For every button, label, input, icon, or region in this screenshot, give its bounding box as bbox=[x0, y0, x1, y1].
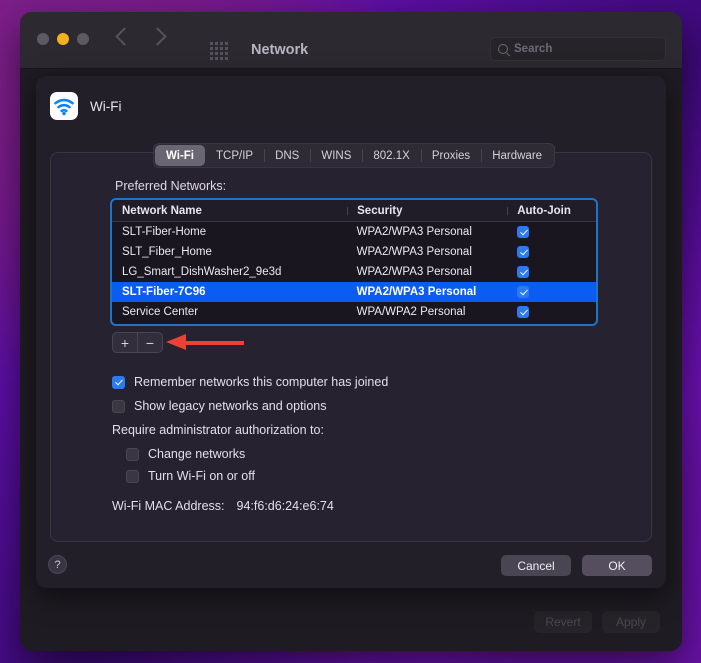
annotation-arrow-icon bbox=[166, 334, 244, 350]
cell-security: WPA2/WPA3 Personal bbox=[356, 286, 477, 298]
cell-security: WPA2/WPA3 Personal bbox=[356, 246, 472, 258]
forward-icon[interactable] bbox=[148, 27, 167, 46]
show-legacy-option[interactable]: Show legacy networks and options bbox=[112, 399, 326, 413]
auto-join-checkbox[interactable] bbox=[517, 246, 530, 258]
table-row[interactable]: Service Center WPA/WPA2 Personal bbox=[112, 302, 596, 322]
remove-network-button[interactable]: − bbox=[137, 333, 162, 352]
cell-auto-join bbox=[506, 246, 596, 258]
cell-network-name: Service Center bbox=[122, 306, 199, 318]
close-button[interactable] bbox=[37, 33, 49, 45]
cell-security: WPA2/WPA3 Personal bbox=[356, 226, 472, 238]
tab-tcpip[interactable]: TCP/IP bbox=[205, 145, 264, 166]
cell-auto-join bbox=[506, 266, 596, 278]
search-field[interactable]: Search bbox=[490, 37, 666, 61]
window-titlebar: Network Search bbox=[20, 12, 682, 69]
turn-wifi-option[interactable]: Turn Wi-Fi on or off bbox=[126, 469, 255, 483]
cell-auto-join bbox=[506, 306, 596, 318]
change-networks-label: Change networks bbox=[148, 447, 246, 461]
preferred-networks-label: Preferred Networks: bbox=[115, 179, 227, 193]
search-placeholder: Search bbox=[514, 43, 553, 55]
tab-wifi[interactable]: Wi-Fi bbox=[155, 145, 205, 166]
turn-wifi-checkbox[interactable] bbox=[126, 469, 139, 483]
column-header-network-name[interactable]: Network Name bbox=[112, 205, 347, 217]
help-button[interactable]: ? bbox=[48, 555, 67, 574]
preferred-networks-table[interactable]: Network Name Security Auto-Join SLT-Fibe… bbox=[110, 198, 598, 326]
require-admin-label: Require administrator authorization to: bbox=[112, 423, 324, 437]
cell-security: WPA/WPA2 Personal bbox=[356, 306, 466, 318]
sheet-action-buttons: Cancel OK bbox=[501, 555, 652, 576]
remember-networks-option[interactable]: Remember networks this computer has join… bbox=[112, 375, 388, 389]
cell-auto-join bbox=[506, 286, 596, 298]
table-row-partial[interactable] bbox=[112, 322, 596, 324]
add-network-button[interactable]: + bbox=[113, 333, 137, 352]
remember-networks-checkbox[interactable] bbox=[112, 375, 125, 389]
grid-view-icon[interactable] bbox=[210, 42, 228, 60]
wifi-settings-sheet: Wi-Fi Wi-Fi TCP/IP DNS WINS 802.1X Proxi… bbox=[36, 76, 666, 588]
show-legacy-label: Show legacy networks and options bbox=[134, 399, 327, 413]
service-name: Wi-Fi bbox=[90, 98, 122, 114]
cell-network-name: SLT_Fiber_Home bbox=[122, 246, 212, 258]
cell-security: WPA2/WPA3 Personal bbox=[356, 266, 472, 278]
table-header-row: Network Name Security Auto-Join bbox=[112, 200, 596, 222]
cell-network-name: LG_Smart_DishWasher2_9e3d bbox=[122, 266, 282, 278]
sheet-header: Wi-Fi bbox=[50, 92, 121, 120]
column-header-security[interactable]: Security bbox=[347, 205, 507, 217]
cell-network-name: SLT-Fiber-7C96 bbox=[122, 286, 206, 298]
column-header-auto-join[interactable]: Auto-Join bbox=[507, 205, 596, 217]
tab-dns[interactable]: DNS bbox=[264, 145, 310, 166]
change-networks-checkbox[interactable] bbox=[126, 447, 139, 461]
show-legacy-checkbox[interactable] bbox=[112, 399, 125, 413]
table-row[interactable]: LG_Smart_DishWasher2_9e3d WPA2/WPA3 Pers… bbox=[112, 262, 596, 282]
mac-address-row: Wi-Fi MAC Address: 94:f6:d6:24:e6:74 bbox=[112, 499, 334, 513]
auto-join-checkbox[interactable] bbox=[517, 266, 530, 278]
back-icon[interactable] bbox=[115, 27, 134, 46]
turn-wifi-label: Turn Wi-Fi on or off bbox=[148, 469, 255, 483]
cancel-button[interactable]: Cancel bbox=[501, 555, 571, 576]
tab-hardware[interactable]: Hardware bbox=[481, 145, 553, 166]
tab-proxies[interactable]: Proxies bbox=[420, 145, 481, 166]
apply-button: Apply bbox=[602, 611, 660, 633]
add-remove-network-control: + − bbox=[112, 332, 163, 353]
cell-auto-join bbox=[506, 226, 596, 238]
remember-networks-label: Remember networks this computer has join… bbox=[134, 375, 389, 389]
change-networks-option[interactable]: Change networks bbox=[126, 447, 245, 461]
mac-address-value: 94:f6:d6:24:e6:74 bbox=[236, 499, 334, 513]
ok-button[interactable]: OK bbox=[582, 555, 652, 576]
table-row[interactable]: SLT-Fiber-Home WPA2/WPA3 Personal bbox=[112, 222, 596, 242]
mac-address-label: Wi-Fi MAC Address: bbox=[112, 499, 225, 513]
window-action-buttons: Revert Apply bbox=[534, 611, 660, 633]
auto-join-checkbox[interactable] bbox=[517, 226, 530, 238]
zoom-button[interactable] bbox=[77, 33, 89, 45]
window-title: Network bbox=[251, 42, 309, 58]
tab-wins[interactable]: WINS bbox=[310, 145, 362, 166]
table-row-selected[interactable]: SLT-Fiber-7C96 WPA2/WPA3 Personal bbox=[112, 282, 596, 302]
traffic-lights bbox=[37, 33, 89, 45]
network-preferences-window: Network Search Revert Apply Wi-Fi Wi-Fi … bbox=[20, 12, 682, 651]
auto-join-checkbox[interactable] bbox=[517, 306, 530, 318]
cell-network-name: SLT-Fiber-Home bbox=[122, 226, 207, 238]
auto-join-checkbox[interactable] bbox=[517, 286, 530, 298]
minimize-button[interactable] bbox=[57, 33, 69, 45]
wifi-icon bbox=[50, 92, 78, 120]
navigation-arrows bbox=[115, 27, 167, 46]
table-row[interactable]: SLT_Fiber_Home WPA2/WPA3 Personal bbox=[112, 242, 596, 262]
tab-8021x[interactable]: 802.1X bbox=[362, 145, 420, 166]
search-icon bbox=[498, 44, 508, 54]
settings-tabbar: Wi-Fi TCP/IP DNS WINS 802.1X Proxies Har… bbox=[153, 143, 556, 168]
revert-button: Revert bbox=[534, 611, 592, 633]
